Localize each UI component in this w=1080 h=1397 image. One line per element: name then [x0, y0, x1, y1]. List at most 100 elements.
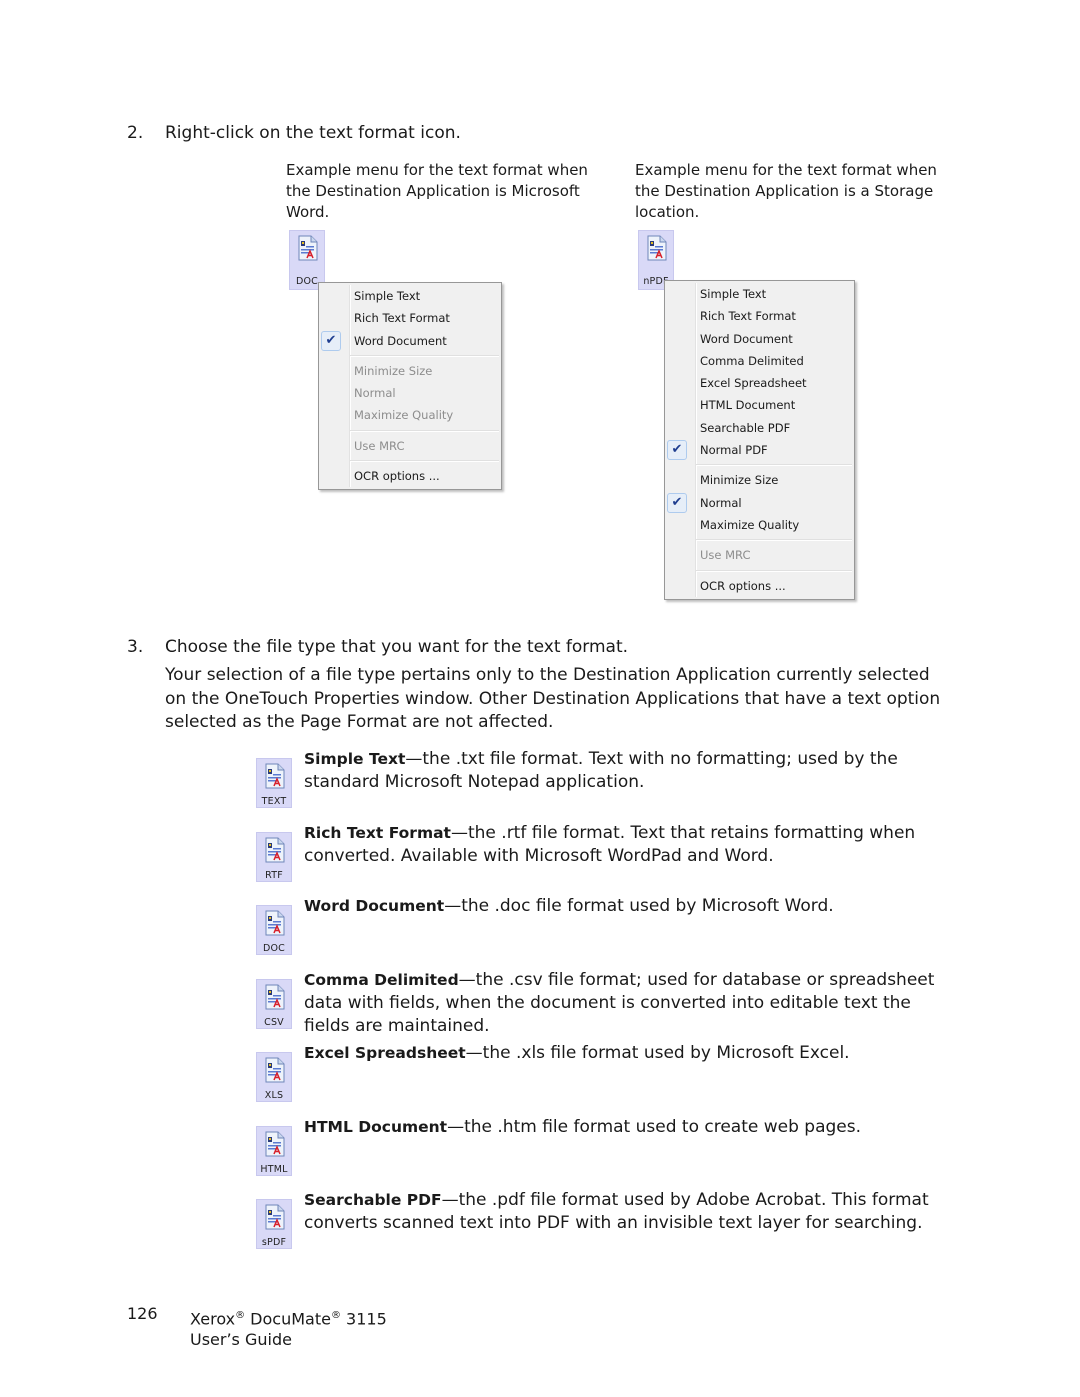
menu-separator	[319, 352, 501, 360]
menu-item-minimize-size: Minimize Size	[319, 360, 501, 382]
format-icon-label: CSV	[264, 1017, 284, 1028]
format-icon-csv: CSV	[256, 979, 292, 1029]
menu-item-label: Simple Text	[700, 287, 767, 301]
document-icon	[265, 1204, 285, 1230]
menu-item-label: Minimize Size	[354, 363, 433, 378]
menu-item-rich-text-format[interactable]: Rich Text Format	[319, 307, 501, 329]
menu-item-minimize-size[interactable]: Minimize Size	[665, 469, 854, 491]
document-icon	[265, 837, 285, 863]
menu-item-label: Simple Text	[354, 289, 421, 303]
step-number: 2.	[127, 123, 144, 143]
format-name: Simple Text	[304, 750, 406, 768]
menu-item-label: Rich Text Format	[354, 311, 450, 326]
menu-item-label: Normal PDF	[700, 443, 768, 458]
menu-item-ocr-options[interactable]: OCR options ...	[319, 465, 501, 487]
menu-separator	[319, 427, 501, 435]
format-entry: Comma Delimited—the .csv file format; us…	[304, 969, 954, 1038]
format-name: Searchable PDF	[304, 1191, 442, 1209]
document-icon	[298, 235, 318, 261]
menu-item-simple-text[interactable]: Simple Text	[665, 283, 854, 305]
format-icon-label: sPDF	[261, 1237, 287, 1248]
step-text: Choose the file type that you want for t…	[165, 637, 629, 657]
registered-mark: ®	[235, 1310, 246, 1321]
format-icon-label: XLS	[264, 1090, 284, 1101]
menu-item-maximize-quality[interactable]: Maximize Quality	[665, 514, 854, 536]
menu-item-ocr-options[interactable]: OCR options ...	[665, 575, 854, 597]
step-paragraph: Your selection of a file type pertains o…	[165, 665, 941, 732]
menu-item-normal-pdf[interactable]: ✔ Normal PDF	[665, 439, 854, 461]
format-name: Excel Spreadsheet	[304, 1044, 466, 1062]
format-name: Rich Text Format	[304, 824, 451, 842]
menu-item-word-document[interactable]: ✔ Word Document	[319, 330, 501, 352]
menu-item-label: OCR options ...	[354, 469, 440, 484]
format-icon-doc[interactable]: DOC	[289, 230, 325, 290]
format-description: —the .htm file format used to create web…	[447, 1117, 862, 1137]
menu-item-normal[interactable]: ✔ Normal	[665, 492, 854, 514]
format-entry: Word Document—the .doc file format used …	[304, 895, 954, 918]
menu-item-label: Use MRC	[354, 438, 405, 453]
format-icon-xls: XLS	[256, 1052, 292, 1102]
menu-item-label: Normal	[700, 495, 742, 510]
menu-separator	[665, 567, 854, 575]
menu-item-label: Excel Spreadsheet	[700, 376, 807, 391]
format-description: —the .xls file format used by Microsoft …	[465, 1043, 850, 1063]
context-menu-word: Simple Text Rich Text Format ✔ Word Documen…	[318, 282, 502, 491]
format-icon-html: HTML	[256, 1126, 292, 1176]
registered-mark: ®	[330, 1310, 341, 1321]
menu-item-comma-delimited[interactable]: Comma Delimited	[665, 350, 854, 372]
format-entry: HTML Document—the .htm file format used …	[304, 1116, 954, 1139]
menu-item-searchable-pdf[interactable]: Searchable PDF	[665, 417, 854, 439]
menu-item-label: HTML Document	[700, 398, 796, 413]
document-icon	[265, 1131, 285, 1157]
brand: Xerox	[190, 1309, 236, 1329]
menu-item-label: Normal	[354, 386, 396, 401]
document-icon	[265, 910, 285, 936]
menu-item-label: Rich Text Format	[700, 309, 796, 324]
format-icon-label: RTF	[265, 870, 283, 881]
format-icon-rtf: RTF	[256, 832, 292, 882]
menu-item-label: Word Document	[700, 331, 793, 346]
checkmark-icon: ✔	[321, 330, 341, 351]
menu-separator	[319, 457, 501, 465]
format-description: —the .doc file format used by Microsoft …	[444, 896, 834, 916]
menu-item-label: Searchable PDF	[700, 420, 791, 435]
menu-item-normal: Normal	[319, 382, 501, 404]
menu-item-label: Word Document	[354, 333, 447, 348]
menu-item-label: Maximize Quality	[354, 408, 454, 423]
menu-item-excel-spreadsheet[interactable]: Excel Spreadsheet	[665, 372, 854, 394]
menu-item-rich-text-format[interactable]: Rich Text Format	[665, 305, 854, 327]
footer-title: Xerox® DocuMate® 3115 User’s Guide	[190, 1305, 387, 1350]
format-icon-label: HTML	[260, 1164, 288, 1175]
menu-item-label: Maximize Quality	[700, 517, 800, 532]
format-entry: Rich Text Format—the .rtf file format. T…	[304, 822, 954, 868]
format-icon-spdf: sPDF	[256, 1199, 292, 1249]
page-number: 126	[127, 1304, 158, 1323]
format-name: HTML Document	[304, 1118, 448, 1136]
guide-title: User’s Guide	[190, 1330, 292, 1350]
example-caption: Example menu for the text format when th…	[286, 161, 588, 221]
menu-item-word-document[interactable]: Word Document	[665, 328, 854, 350]
format-entry: Simple Text—the .txt file format. Text w…	[304, 748, 954, 794]
menu-item-label: OCR options ...	[700, 578, 786, 593]
menu-item-label: Minimize Size	[700, 473, 779, 488]
document-icon	[265, 763, 285, 789]
menu-item-label: Comma Delimited	[700, 353, 804, 368]
product: DocuMate	[250, 1309, 331, 1329]
menu-item-use-mrc: Use MRC	[319, 435, 501, 457]
document-icon	[647, 235, 667, 261]
format-entry: Searchable PDF—the .pdf file format used…	[304, 1189, 954, 1235]
checkmark-icon: ✔	[667, 440, 687, 461]
document-icon	[265, 1057, 285, 1083]
format-entry: Excel Spreadsheet—the .xls file format u…	[304, 1042, 954, 1065]
format-icon-label: DOC	[262, 943, 286, 954]
step-text: Right-click on the text format icon.	[165, 123, 461, 143]
menu-separator	[665, 536, 854, 544]
context-menu-storage: Simple Text Rich Text Format Word Document…	[664, 280, 855, 600]
menu-item-html-document[interactable]: HTML Document	[665, 394, 854, 416]
format-icon-text: TEXT	[256, 758, 292, 808]
format-name: Comma Delimited	[304, 971, 459, 989]
menu-item-maximize-quality: Maximize Quality	[319, 404, 501, 426]
menu-item-label: Use MRC	[700, 548, 751, 563]
menu-item-simple-text[interactable]: Simple Text	[319, 285, 501, 307]
format-icon-label: TEXT	[261, 796, 287, 807]
